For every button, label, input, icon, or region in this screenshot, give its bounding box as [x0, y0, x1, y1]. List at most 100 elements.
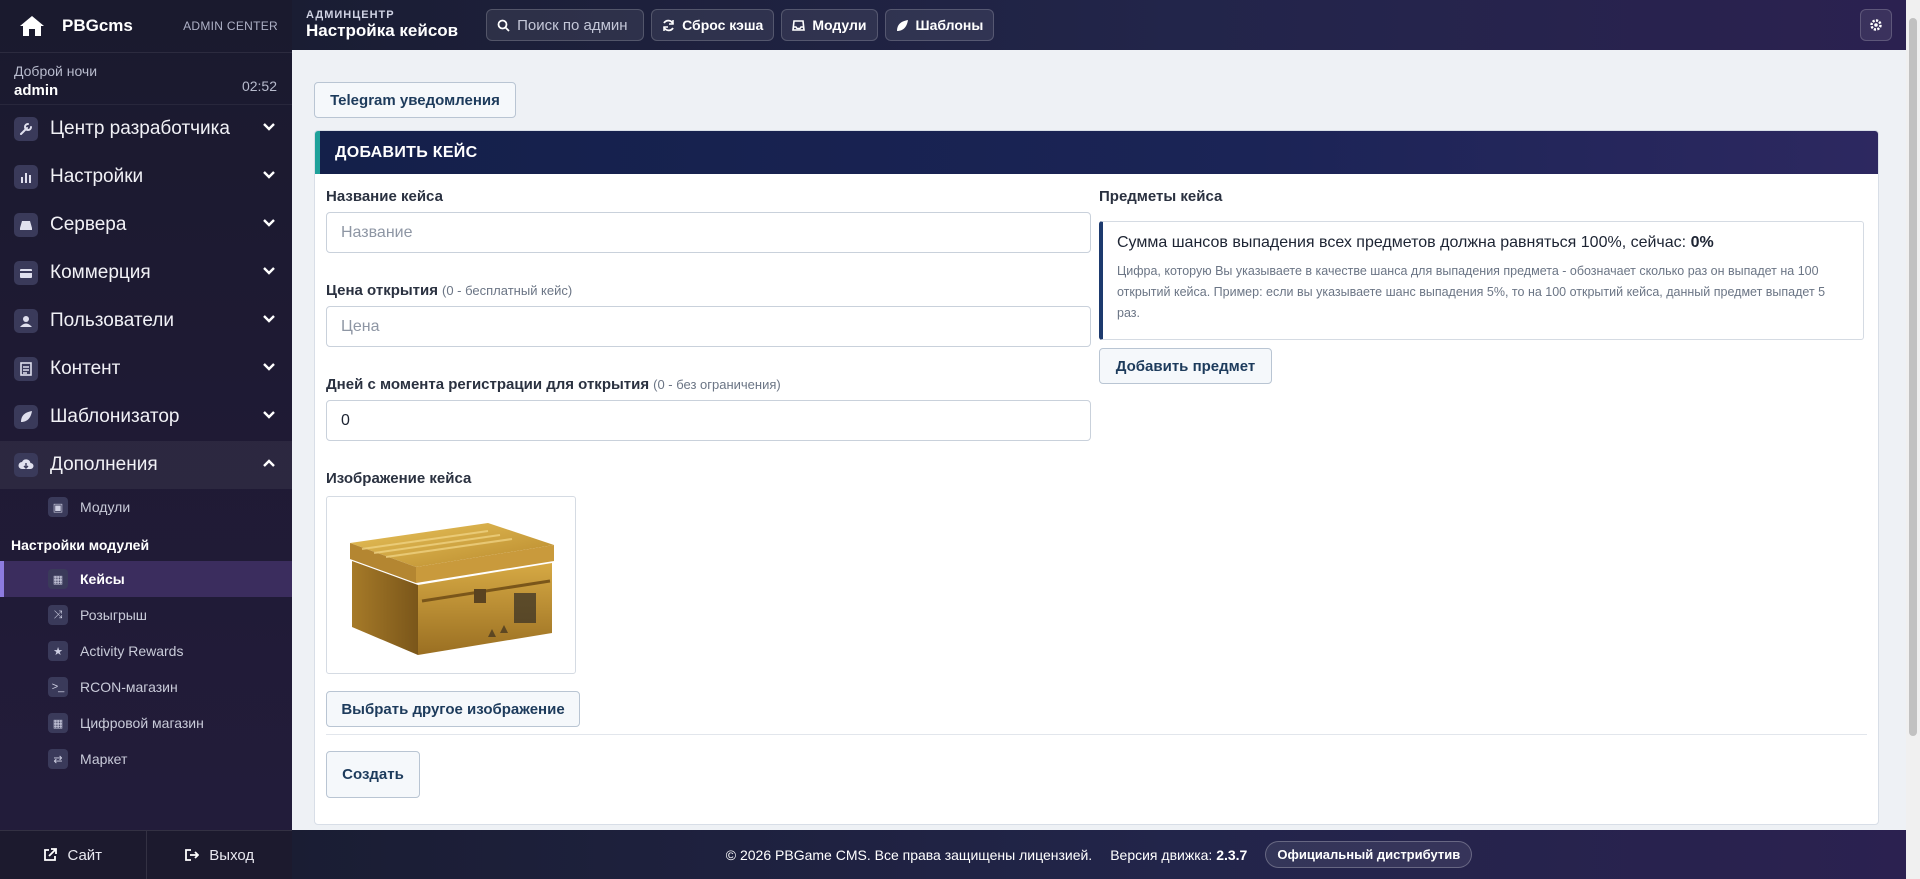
menu-item-templater[interactable]: Шаблонизатор	[0, 393, 292, 441]
sub-label: Цифровой магазин	[80, 715, 204, 731]
brand: PBGcms ADMIN CENTER	[0, 0, 292, 53]
sub-label: Activity Rewards	[80, 643, 184, 659]
chevron-up-icon	[263, 459, 275, 467]
site-label: Сайт	[67, 846, 103, 864]
menu-item-servers[interactable]: Сервера	[0, 201, 292, 249]
grid-icon: ▦	[48, 569, 68, 589]
clock: 02:52	[241, 78, 277, 94]
days-label: Дней с момента регистрации для открытия(…	[326, 376, 781, 393]
menu-item-users[interactable]: Пользователи	[0, 297, 292, 345]
chance-sum-value: 0%	[1690, 234, 1714, 251]
sub-label: Маркет	[80, 751, 128, 767]
greeting-text: Доброй ночи	[14, 63, 98, 79]
price-input[interactable]: Цена	[326, 306, 1091, 347]
price-label: Цена открытия (0 - бесплатный кейс)	[326, 282, 572, 299]
sidebar-menu: Центр разработчика Настройки Сервера Ком…	[0, 105, 292, 777]
copyright: © 2026 PBGame CMS. Все права защищены ли…	[725, 846, 1093, 863]
days-hint: (0 - без ограничения)	[653, 377, 781, 392]
chance-description: Цифра, которую Вы указываете в качестве …	[1117, 264, 1826, 320]
menu-label: Сервера	[50, 214, 127, 235]
create-button[interactable]: Создать	[326, 751, 420, 798]
sidebar-item-activity-rewards[interactable]: ★ Activity Rewards	[0, 633, 292, 669]
exchange-icon: ⇄	[48, 749, 68, 769]
chevron-down-icon	[263, 219, 275, 227]
wrench-icon	[14, 117, 38, 141]
search-icon	[497, 19, 510, 32]
sidebar-item-digital-shop[interactable]: ▦ Цифровой магазин	[0, 705, 292, 741]
cache-reset-button[interactable]: Сброс кэша	[651, 9, 775, 41]
templates-label: Шаблоны	[915, 17, 984, 33]
templates-button[interactable]: Шаблоны	[884, 9, 995, 41]
breadcrumb: АДМИНЦЕНТР Настройка кейсов	[306, 9, 458, 41]
case-name-input[interactable]: Название	[326, 212, 1091, 253]
sidebar-item-rcon-shop[interactable]: >_ RCON-магазин	[0, 669, 292, 705]
scrollbar-thumb[interactable]	[1909, 18, 1917, 736]
search-placeholder: Поиск по админ	[517, 16, 628, 34]
chevron-down-icon	[263, 411, 275, 419]
chance-info-box: Сумма шансов выпадения всех предметов до…	[1099, 221, 1864, 340]
topbar: АДМИНЦЕНТР Настройка кейсов Поиск по адм…	[292, 0, 1906, 50]
price-label-text: Цена открытия	[326, 282, 438, 299]
sub-label: RCON-магазин	[80, 679, 178, 695]
settings-button[interactable]	[1860, 9, 1892, 41]
version-value: 2.3.7	[1216, 846, 1248, 863]
menu-item-settings[interactable]: Настройки	[0, 153, 292, 201]
menu-item-content[interactable]: Контент	[0, 345, 292, 393]
user-icon	[14, 309, 38, 333]
home-icon[interactable]	[14, 8, 50, 44]
inbox-icon	[792, 19, 806, 31]
external-link-icon	[44, 848, 58, 861]
sidebar-item-market[interactable]: ⇄ Маркет	[0, 741, 292, 777]
engine-version: Версия движка: 2.3.7	[1110, 847, 1247, 863]
modules-label: Модули	[812, 17, 867, 33]
search-input[interactable]: Поиск по админ	[486, 9, 645, 41]
shuffle-icon: ⤨	[48, 605, 68, 625]
divider	[326, 734, 1867, 735]
cache-reset-label: Сброс кэша	[682, 17, 764, 33]
menu-label: Настройки	[50, 166, 144, 187]
card-icon	[14, 261, 38, 285]
logout-icon	[185, 849, 200, 861]
username: admin	[14, 82, 59, 99]
sidebar-item-giveaway[interactable]: ⤨ Розыгрыш	[0, 597, 292, 633]
add-case-card: ДОБАВИТЬ КЕЙС Название кейса Название Це…	[314, 130, 1879, 825]
brand-subtitle: ADMIN CENTER	[183, 19, 278, 33]
chance-sum-text: Сумма шансов выпадения всех предметов до…	[1117, 234, 1687, 251]
menu-label: Коммерция	[50, 262, 151, 283]
modules-button[interactable]: Модули	[781, 9, 878, 41]
gear-icon	[1870, 19, 1882, 31]
chevron-down-icon	[263, 315, 275, 323]
days-label-text: Дней с момента регистрации для открытия	[326, 376, 650, 393]
user-greeting: Доброй ночи admin 02:52	[0, 53, 292, 105]
days-input[interactable]: 0	[326, 400, 1091, 441]
menu-label: Контент	[50, 358, 121, 379]
menu-item-addons[interactable]: Дополнения	[0, 441, 292, 489]
grid-icon: ▦	[48, 713, 68, 733]
terminal-icon: >_	[48, 677, 68, 697]
menu-item-developer-center[interactable]: Центр разработчика	[0, 105, 292, 153]
sidebar-item-cases[interactable]: ▦ Кейсы	[0, 561, 292, 597]
scrollbar[interactable]	[1906, 0, 1920, 879]
menu-label: Пользователи	[50, 310, 175, 331]
sidebar-item-modules[interactable]: ▣ Модули	[0, 489, 292, 525]
logout-label: Выход	[209, 846, 255, 864]
choose-image-button[interactable]: Выбрать другое изображение	[326, 691, 580, 727]
version-label: Версия движка:	[1110, 846, 1213, 863]
case-name-label: Название кейса	[326, 188, 443, 205]
inbox-icon: ▣	[48, 497, 68, 517]
sub-label: Модули	[80, 499, 131, 515]
sub-label: Розыгрыш	[80, 607, 148, 623]
leaf-icon	[14, 405, 38, 429]
sidebar-footer: Сайт Выход	[0, 830, 292, 879]
menu-label: Шаблонизатор	[50, 406, 180, 427]
card-body: Название кейса Название Цена открытия (0 …	[315, 174, 1878, 824]
logout-link[interactable]: Выход	[145, 831, 293, 879]
telegram-notifications-button[interactable]: Telegram уведомления	[314, 82, 516, 118]
page-title: Настройка кейсов	[306, 21, 459, 40]
site-link[interactable]: Сайт	[0, 831, 146, 879]
case-image-label: Изображение кейса	[326, 470, 472, 487]
official-distributor-badge[interactable]: Официальный дистрибутив	[1265, 841, 1473, 868]
menu-item-commerce[interactable]: Коммерция	[0, 249, 292, 297]
case-items-label: Предметы кейса	[1099, 188, 1223, 205]
add-item-button[interactable]: Добавить предмет	[1099, 348, 1272, 384]
